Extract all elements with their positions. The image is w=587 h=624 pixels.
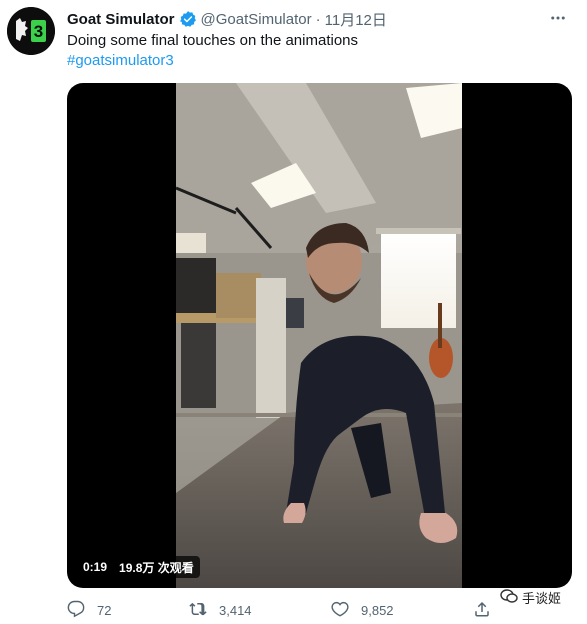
more-options-icon[interactable] bbox=[547, 8, 569, 28]
tweet-timestamp[interactable]: 11月12日 bbox=[325, 9, 387, 30]
video-duration: 0:19 bbox=[83, 560, 108, 574]
heart-icon bbox=[331, 600, 349, 621]
tweet: 3 Goat Simulator @GoatSimulator · 11月12日… bbox=[0, 0, 587, 624]
like-button[interactable]: 9,852 bbox=[331, 600, 394, 620]
share-icon bbox=[473, 600, 491, 621]
display-name[interactable]: Goat Simulator bbox=[67, 11, 175, 28]
separator-dot: · bbox=[315, 10, 321, 28]
retweet-button[interactable]: 3,414 bbox=[189, 600, 252, 620]
hashtag-link[interactable]: #goatsimulator3 bbox=[67, 51, 174, 71]
like-count: 9,852 bbox=[361, 602, 394, 618]
avatar-number: 3 bbox=[34, 22, 43, 41]
video-thumbnail-image bbox=[176, 83, 462, 588]
watermark-logo-icon bbox=[500, 588, 518, 607]
user-handle[interactable]: @GoatSimulator bbox=[201, 11, 312, 28]
reply-icon bbox=[67, 600, 85, 621]
tweet-actions: 72 3,414 9,852 bbox=[67, 600, 572, 620]
video-player[interactable]: 0:19 19.8万 次观看 bbox=[67, 83, 572, 588]
watermark: 手谈姬 bbox=[500, 586, 561, 608]
tweet-text: Doing some final touches on the animatio… bbox=[67, 32, 359, 49]
video-frame[interactable] bbox=[176, 83, 462, 588]
verified-badge-icon bbox=[179, 10, 197, 28]
reply-count: 72 bbox=[97, 602, 112, 618]
avatar[interactable]: 3 bbox=[7, 7, 55, 55]
share-button[interactable] bbox=[473, 600, 491, 620]
video-view-count: 19.8万 次观看 bbox=[119, 560, 194, 575]
retweet-count: 3,414 bbox=[219, 602, 252, 618]
reply-button[interactable]: 72 bbox=[67, 600, 111, 620]
tweet-header: Goat Simulator @GoatSimulator · 11月12日 bbox=[67, 9, 387, 29]
watermark-text: 手谈姬 bbox=[522, 590, 562, 606]
video-info-overlay: 0:19 19.8万 次观看 bbox=[77, 556, 200, 578]
goat-simulator-logo-icon: 3 bbox=[7, 7, 55, 55]
retweet-icon bbox=[189, 600, 207, 621]
